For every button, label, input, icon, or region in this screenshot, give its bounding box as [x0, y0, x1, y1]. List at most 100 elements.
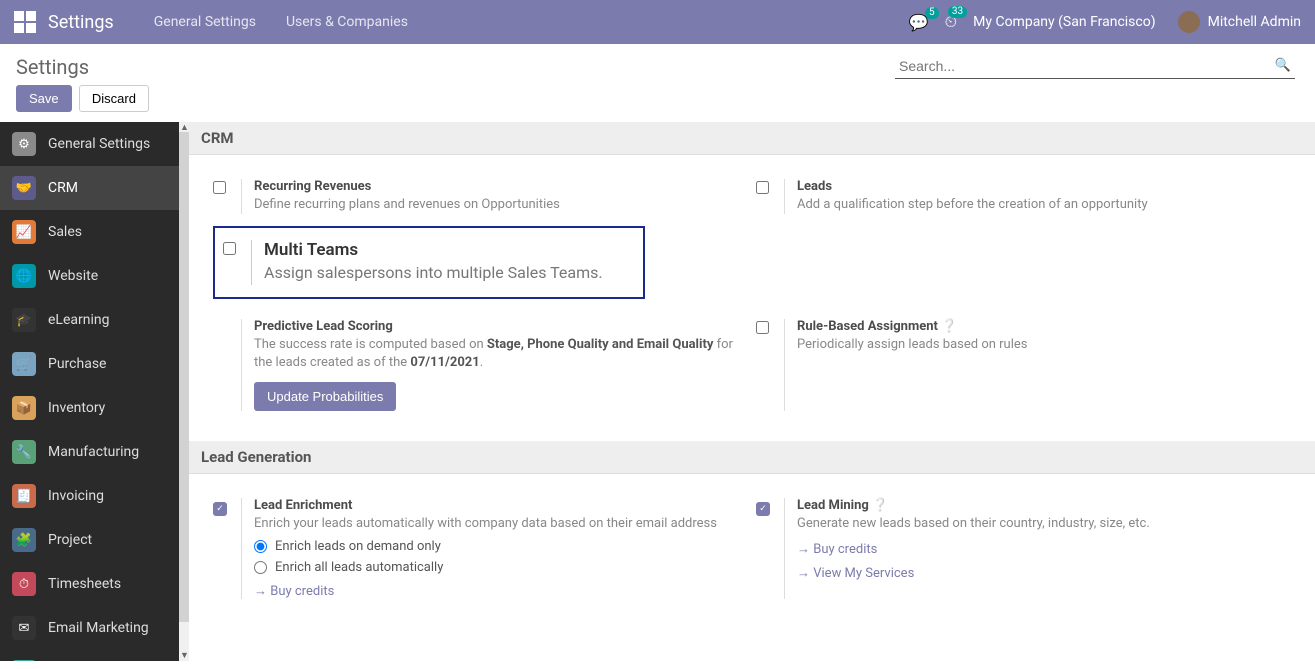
- menu-users-companies[interactable]: Users & Companies: [286, 14, 408, 30]
- search-icon[interactable]: 🔍: [1275, 58, 1291, 73]
- setting-predictive-lead-scoring: Predictive Lead Scoring The success rate…: [213, 311, 756, 423]
- recurring-revenues-checkbox[interactable]: [213, 181, 226, 194]
- section-crm-header: CRM: [189, 122, 1315, 155]
- page-title: Settings: [16, 55, 89, 79]
- sidebar-icon: 🔧: [12, 440, 36, 464]
- enrich-auto-label: Enrich all leads automatically: [275, 560, 443, 575]
- sidebar-item-purchase[interactable]: 🛒 Purchase: [0, 342, 179, 386]
- sidebar-icon: 🏷: [12, 660, 36, 661]
- rule-assignment-checkbox[interactable]: [756, 321, 769, 334]
- user-menu[interactable]: Mitchell Admin: [1178, 11, 1301, 33]
- help-icon[interactable]: ❔: [941, 319, 957, 334]
- setting-rule-based-assignment: Rule-Based Assignment ❔ Periodically ass…: [756, 311, 1299, 423]
- button-row: Save Discard: [0, 85, 1315, 122]
- setting-leads: Leads Add a qualification step before th…: [756, 171, 1299, 226]
- sidebar-item-manufacturing[interactable]: 🔧 Manufacturing: [0, 430, 179, 474]
- sidebar-icon: 🌐: [12, 264, 36, 288]
- lead-enrichment-checkbox[interactable]: ✓: [213, 502, 227, 516]
- scrollbar-thumb[interactable]: [179, 132, 189, 622]
- sidebar-item-label: General Settings: [48, 136, 150, 152]
- sidebar-icon: 🧾: [12, 484, 36, 508]
- lead-mining-checkbox[interactable]: ✓: [756, 502, 770, 516]
- sidebar-item-elearning[interactable]: 🎓 eLearning: [0, 298, 179, 342]
- sidebar-scrollbar[interactable]: ▲ ▼: [179, 122, 189, 661]
- activity-icon[interactable]: ⏲33: [945, 12, 957, 32]
- sidebar-icon: 📦: [12, 396, 36, 420]
- sidebar-item-inventory[interactable]: 📦 Inventory: [0, 386, 179, 430]
- sidebar-icon: ⚙: [12, 132, 36, 156]
- scroll-down-icon[interactable]: ▼: [180, 650, 189, 661]
- sidebar-item-label: Timesheets: [48, 576, 121, 592]
- leads-desc: Add a qualification step before the crea…: [797, 196, 1287, 214]
- mining-buy-credits-link[interactable]: Buy credits: [797, 542, 877, 557]
- predictive-title: Predictive Lead Scoring: [254, 319, 744, 334]
- sidebar-item-label: Website: [48, 268, 98, 284]
- sidebar-item-website[interactable]: 🌐 Website: [0, 254, 179, 298]
- activity-badge: 33: [948, 6, 967, 18]
- lead-enrichment-desc: Enrich your leads automatically with com…: [254, 515, 744, 533]
- multi-teams-desc: Assign salespersons into multiple Sales …: [264, 262, 635, 284]
- app-brand[interactable]: Settings: [48, 12, 114, 33]
- sidebar-item-label: Purchase: [48, 356, 106, 372]
- save-button[interactable]: Save: [16, 85, 72, 112]
- recurring-revenues-title: Recurring Revenues: [254, 179, 744, 194]
- setting-multi-teams: Multi Teams Assign salespersons into mul…: [213, 226, 645, 298]
- predictive-desc: The success rate is computed based on St…: [254, 336, 744, 372]
- lead-enrichment-title: Lead Enrichment: [254, 498, 744, 513]
- sidebar-icon: ✉: [12, 616, 36, 640]
- setting-lead-enrichment: ✓ Lead Enrichment Enrich your leads auto…: [213, 490, 756, 611]
- sidebar-icon: 🛒: [12, 352, 36, 376]
- sidebar-item-timesheets[interactable]: ⏱ Timesheets: [0, 562, 179, 606]
- user-name: Mitchell Admin: [1208, 14, 1301, 30]
- search-input[interactable]: [895, 54, 1295, 79]
- sidebar-icon: 🤝: [12, 176, 36, 200]
- lead-mining-desc: Generate new leads based on their countr…: [797, 515, 1287, 533]
- sidebar-item-label: Email Marketing: [48, 620, 149, 636]
- sidebar-item-invoicing[interactable]: 🧾 Invoicing: [0, 474, 179, 518]
- sidebar-icon: 📈: [12, 220, 36, 244]
- sidebar-item-crm[interactable]: 🤝 CRM: [0, 166, 179, 210]
- enrich-buy-credits-link[interactable]: Buy credits: [254, 584, 334, 599]
- sidebar-item-label: Project: [48, 532, 92, 548]
- chat-badge: 5: [925, 7, 939, 19]
- setting-lead-mining: ✓ Lead Mining ❔ Generate new leads based…: [756, 490, 1299, 611]
- sidebar-item-general-settings[interactable]: ⚙ General Settings: [0, 122, 179, 166]
- top-navbar: Settings General Settings Users & Compan…: [0, 0, 1315, 44]
- sidebar-item-label: Sales: [48, 224, 82, 240]
- sidebar-item-label: Manufacturing: [48, 444, 139, 460]
- sidebar-item-events[interactable]: 🏷Events: [0, 650, 179, 661]
- settings-sidebar: ⚙ General Settings 🤝 CRM 📈 Sales 🌐 Website 🎓 eLea…: [0, 122, 179, 661]
- enrich-auto-radio[interactable]: [254, 561, 267, 574]
- multi-teams-checkbox[interactable]: [223, 242, 236, 255]
- enrich-on-demand-radio[interactable]: [254, 540, 267, 553]
- rule-assignment-desc: Periodically assign leads based on rules: [797, 336, 1287, 354]
- menu-general-settings[interactable]: General Settings: [154, 14, 256, 30]
- leads-checkbox[interactable]: [756, 181, 769, 194]
- update-probabilities-button[interactable]: Update Probabilities: [254, 382, 396, 411]
- recurring-revenues-desc: Define recurring plans and revenues on O…: [254, 196, 744, 214]
- sidebar-icon: 🎓: [12, 308, 36, 332]
- sidebar-item-label: eLearning: [48, 312, 109, 328]
- lead-mining-title: Lead Mining ❔: [797, 498, 1287, 513]
- apps-icon[interactable]: [14, 11, 36, 33]
- sidebar-icon: ⏱: [12, 572, 36, 596]
- multi-teams-title: Multi Teams: [264, 240, 635, 260]
- sidebar-item-label: Inventory: [48, 400, 105, 416]
- sidebar-item-email-marketing[interactable]: ✉ Email Marketing: [0, 606, 179, 650]
- section-leadgen-header: Lead Generation: [189, 441, 1315, 474]
- avatar: [1178, 11, 1200, 33]
- settings-content: CRM Recurring Revenues Define recurring …: [189, 122, 1315, 661]
- rule-assignment-title: Rule-Based Assignment ❔: [797, 319, 1287, 334]
- leads-title: Leads: [797, 179, 1287, 194]
- control-panel: Settings 🔍: [0, 44, 1315, 85]
- discard-button[interactable]: Discard: [79, 85, 149, 112]
- view-my-services-link[interactable]: View My Services: [797, 566, 914, 581]
- sidebar-item-sales[interactable]: 📈 Sales: [0, 210, 179, 254]
- chat-icon[interactable]: 💬5: [909, 13, 929, 32]
- setting-recurring-revenues: Recurring Revenues Define recurring plan…: [213, 171, 756, 226]
- help-icon[interactable]: ❔: [872, 498, 888, 513]
- sidebar-item-project[interactable]: 🧩Project: [0, 518, 179, 562]
- sidebar-item-label: CRM: [48, 180, 78, 196]
- sidebar-item-label: Invoicing: [48, 488, 104, 504]
- company-selector[interactable]: My Company (San Francisco): [973, 14, 1155, 30]
